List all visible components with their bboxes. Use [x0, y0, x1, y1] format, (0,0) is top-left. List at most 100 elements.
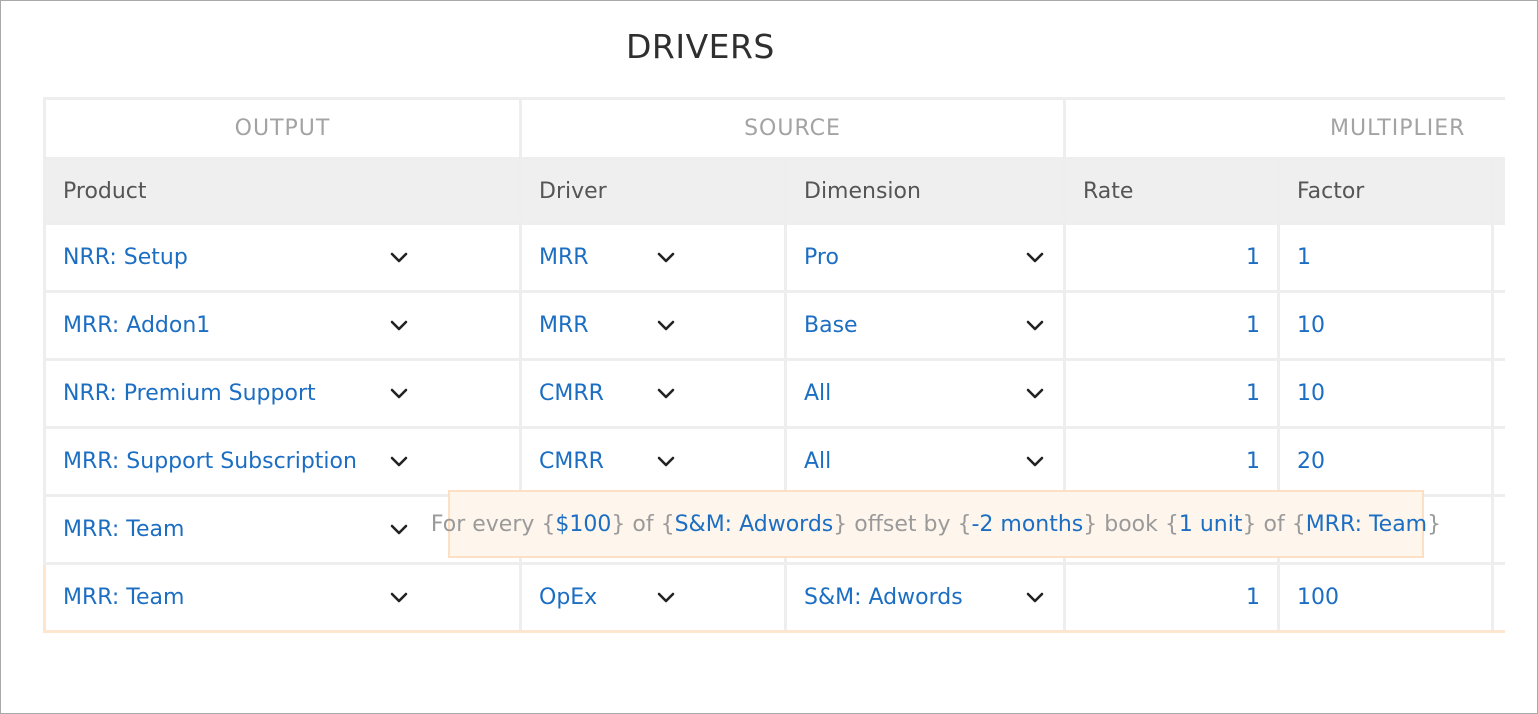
product-select[interactable]: MRR: Support Subscription	[63, 449, 502, 474]
driver-select[interactable]: MRR	[539, 245, 767, 270]
cell-rate[interactable]: 1	[1063, 358, 1280, 429]
col-header-extra	[1491, 157, 1505, 225]
chevron-down-icon[interactable]	[655, 451, 677, 473]
driver-value: CMRR	[539, 381, 604, 406]
driver-value: MRR	[539, 245, 589, 270]
product-value: MRR: Team	[63, 517, 185, 542]
cell-driver: OpEx	[519, 562, 787, 633]
cell-dimension: Pro	[784, 222, 1066, 293]
chevron-down-icon[interactable]	[655, 247, 677, 269]
cell-extra	[1491, 562, 1505, 633]
table-row: NRR: Setup MRR Pro 1 1	[43, 222, 1505, 293]
chevron-down-icon[interactable]	[1024, 451, 1046, 473]
cell-dimension: Base	[784, 290, 1066, 361]
tooltip-text: For every {	[430, 511, 556, 537]
tooltip-output[interactable]: MRR: Team	[1306, 512, 1427, 537]
chevron-down-icon[interactable]	[655, 383, 677, 405]
cell-extra	[1491, 426, 1505, 497]
col-header-driver[interactable]: Driver	[519, 157, 787, 225]
column-header-row: Product Driver Dimension Rate Factor	[43, 157, 1505, 225]
group-output: OUTPUT	[43, 97, 522, 160]
col-header-rate[interactable]: Rate	[1063, 157, 1280, 225]
page-title: DRIVERS	[626, 27, 775, 66]
tooltip-text: } offset by {	[833, 511, 972, 537]
dimension-select[interactable]: S&M: Adwords	[804, 585, 1046, 610]
cell-product: NRR: Premium Support	[43, 358, 522, 429]
cell-driver: MRR	[519, 290, 787, 361]
table-row: NRR: Premium Support CMRR All 1 10	[43, 358, 1505, 429]
cell-extra	[1491, 358, 1505, 429]
product-value: MRR: Support Subscription	[63, 449, 357, 474]
cell-driver: CMRR	[519, 358, 787, 429]
col-header-product[interactable]: Product	[43, 157, 522, 225]
table-row: MRR: Support Subscription CMRR All 1 20	[43, 426, 1505, 497]
driver-select[interactable]: OpEx	[539, 585, 767, 610]
dimension-select[interactable]: All	[804, 449, 1046, 474]
chevron-down-icon[interactable]	[388, 383, 410, 405]
driver-value: OpEx	[539, 585, 598, 610]
tooltip-amount[interactable]: $100	[555, 512, 611, 537]
dimension-select[interactable]: All	[804, 381, 1046, 406]
dimension-value: All	[804, 381, 832, 406]
cell-dimension: All	[784, 358, 1066, 429]
tooltip-offset[interactable]: -2 months	[971, 512, 1083, 537]
cell-dimension: All	[784, 426, 1066, 497]
chevron-down-icon[interactable]	[388, 519, 410, 541]
product-value: MRR: Team	[63, 585, 185, 610]
cell-rate[interactable]: 1	[1063, 290, 1280, 361]
dimension-select[interactable]: Base	[804, 313, 1046, 338]
table-row: MRR: Team OpEx S&M: Adwords 1 100	[43, 562, 1505, 633]
driver-value: CMRR	[539, 449, 604, 474]
cell-factor[interactable]: 10	[1277, 290, 1494, 361]
cell-factor[interactable]: 100	[1277, 562, 1494, 633]
cell-rate[interactable]: 1	[1063, 426, 1280, 497]
chevron-down-icon[interactable]	[388, 315, 410, 337]
table-row: MRR: Addon1 MRR Base 1 10	[43, 290, 1505, 361]
tooltip-text: } book {	[1083, 511, 1179, 537]
col-header-factor[interactable]: Factor	[1277, 157, 1494, 225]
tooltip-text: } of {	[611, 511, 675, 537]
product-select[interactable]: NRR: Premium Support	[63, 381, 502, 406]
cell-product: MRR: Support Subscription	[43, 426, 522, 497]
cell-extra	[1491, 494, 1505, 565]
tooltip-text: }	[1427, 511, 1442, 537]
chevron-down-icon[interactable]	[655, 587, 677, 609]
dimension-select[interactable]: Pro	[804, 245, 1046, 270]
cell-product: NRR: Setup	[43, 222, 522, 293]
chevron-down-icon[interactable]	[1024, 247, 1046, 269]
cell-factor[interactable]: 20	[1277, 426, 1494, 497]
product-select[interactable]: MRR: Team	[63, 585, 502, 610]
driver-select[interactable]: MRR	[539, 313, 767, 338]
chevron-down-icon[interactable]	[655, 315, 677, 337]
chevron-down-icon[interactable]	[388, 247, 410, 269]
driver-select[interactable]: CMRR	[539, 449, 767, 474]
group-header-row: OUTPUT SOURCE MULTIPLIER	[43, 97, 1505, 160]
cell-rate[interactable]: 1	[1063, 562, 1280, 633]
driver-value: MRR	[539, 313, 589, 338]
cell-factor[interactable]: 10	[1277, 358, 1494, 429]
product-value: NRR: Premium Support	[63, 381, 316, 406]
product-select[interactable]: NRR: Setup	[63, 245, 502, 270]
cell-extra	[1491, 222, 1505, 293]
driver-select[interactable]: CMRR	[539, 381, 767, 406]
chevron-down-icon[interactable]	[1024, 383, 1046, 405]
dimension-value: Pro	[804, 245, 839, 270]
cell-product: MRR: Team	[43, 562, 522, 633]
cell-factor[interactable]: 1	[1277, 222, 1494, 293]
driver-explanation-tooltip: For every {$100} of {S&M: Adwords} offse…	[431, 490, 1441, 558]
drivers-table-container[interactable]: OUTPUT SOURCE MULTIPLIER Product Driver …	[43, 97, 1505, 649]
dimension-value: Base	[804, 313, 858, 338]
chevron-down-icon[interactable]	[1024, 587, 1046, 609]
chevron-down-icon[interactable]	[1024, 315, 1046, 337]
col-header-dimension[interactable]: Dimension	[784, 157, 1066, 225]
product-select[interactable]: MRR: Addon1	[63, 313, 502, 338]
cell-product: MRR: Addon1	[43, 290, 522, 361]
product-value: MRR: Addon1	[63, 313, 211, 338]
chevron-down-icon[interactable]	[388, 451, 410, 473]
tooltip-units[interactable]: 1 unit	[1179, 512, 1243, 537]
cell-rate[interactable]: 1	[1063, 222, 1280, 293]
cell-driver: CMRR	[519, 426, 787, 497]
dimension-value: All	[804, 449, 832, 474]
tooltip-source[interactable]: S&M: Adwords	[675, 512, 834, 537]
chevron-down-icon[interactable]	[388, 587, 410, 609]
